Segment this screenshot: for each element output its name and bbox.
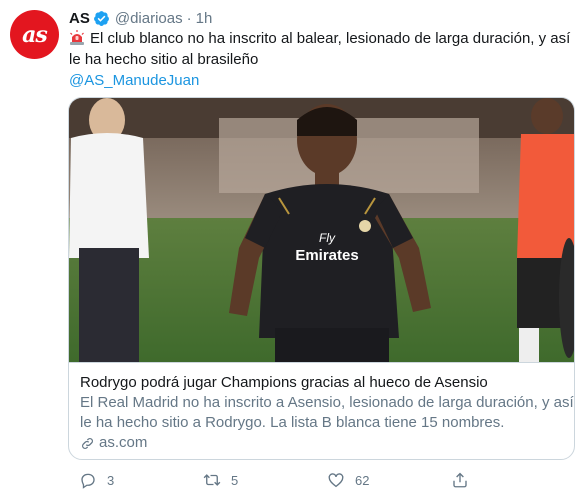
jersey-text-fly: Fly [319, 231, 336, 245]
header-separator: · [186, 9, 192, 27]
card-body[interactable]: Rodrygo podrá jugar Champions gracias al… [69, 362, 574, 459]
like-icon [328, 473, 344, 488]
retweet-icon [203, 474, 221, 486]
tweet-text: El club blanco no ha inscrito al balear,… [69, 28, 574, 91]
mention-link[interactable]: @AS_ManudeJuan [69, 70, 574, 91]
right-player [517, 98, 574, 362]
reply-icon [81, 473, 95, 489]
card-image[interactable]: Fly Emirates [69, 98, 574, 362]
verified-badge-icon [93, 10, 109, 26]
author-handle[interactable]: @diarioas [115, 10, 183, 27]
tweet-text-line-2: le ha hecho sitio al brasileño [69, 51, 259, 68]
siren-emoji-icon [70, 30, 84, 45]
jersey-text-emirates: Emirates [295, 247, 358, 264]
card-description-line-1: El Real Madrid no ha inscrito a Asensio,… [80, 394, 574, 411]
author-name[interactable]: AS [69, 10, 90, 27]
share-icon [453, 472, 467, 488]
share-button[interactable] [451, 470, 469, 490]
card-description-line-2: le ha hecho sitio a Rodrygo. La lista B … [80, 414, 505, 431]
retweet-button[interactable]: 5 [203, 470, 238, 490]
card-description: El Real Madrid no ha inscrito a Asensio,… [80, 393, 574, 433]
link-icon [82, 437, 93, 449]
tweet-header: AS @diarioas · 1h [69, 8, 212, 28]
like-button[interactable]: 62 [327, 470, 369, 490]
reply-button[interactable]: 3 [79, 470, 114, 490]
reply-count: 3 [107, 472, 115, 488]
tweet-text-line-1: El club blanco no ha inscrito al balear,… [69, 28, 574, 49]
card-title: Rodrygo podrá jugar Champions gracias al… [80, 374, 488, 391]
tweet[interactable]: as AS @diarioas · 1h El club blanco no h… [0, 0, 587, 494]
left-player [69, 98, 149, 362]
tweet-actions: 3 5 62 [69, 470, 574, 490]
card-photo: Fly Emirates [69, 98, 574, 362]
card-domain-text: as.com [99, 434, 148, 451]
avatar-logo-text: as [22, 21, 48, 48]
card-domain: as.com [80, 433, 563, 453]
retweet-count: 5 [231, 472, 239, 488]
tweet-timestamp[interactable]: 1h [196, 10, 213, 27]
author-avatar[interactable]: as [10, 10, 59, 59]
link-card[interactable]: Fly Emirates Rodrygo podrá jugar Champio… [68, 97, 575, 460]
tweet-text-content-1: El club blanco no ha inscrito al balear,… [90, 30, 571, 47]
like-count: 62 [355, 472, 370, 488]
